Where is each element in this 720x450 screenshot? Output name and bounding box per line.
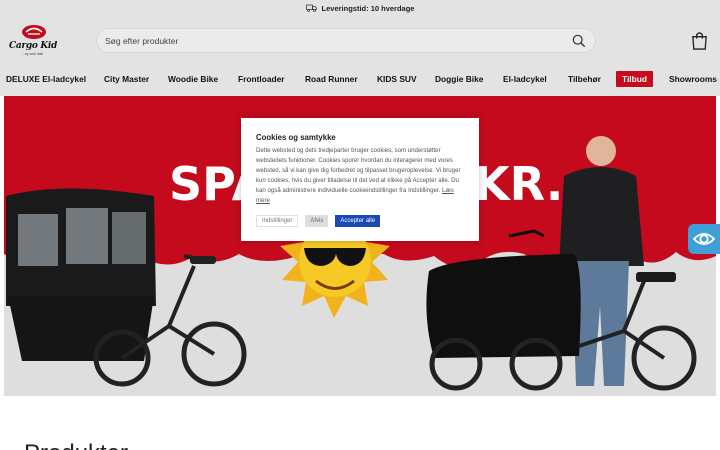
delivery-text: Leveringstid: 10 hverdage (321, 3, 415, 13)
cookie-settings-button[interactable]: Indstillinger (256, 215, 299, 227)
cookie-title: Cookies og samtykke (256, 133, 336, 142)
shopping-bag-icon[interactable] (690, 31, 709, 50)
cookie-body-text: Dette websted og dets tredjeparter bruge… (256, 147, 461, 194)
cookie-body: Dette websted og dets tredjeparter bruge… (256, 146, 464, 206)
nav-item-road-runner[interactable]: Road Runner (305, 74, 358, 84)
logo-tagline: ...ny cool ride (22, 52, 43, 56)
delivery-bar: Leveringstid: 10 hverdage (0, 0, 720, 16)
nav-item-tilbehor[interactable]: Tilbehør (568, 74, 601, 84)
nav-item-frontloader[interactable]: Frontloader (238, 74, 285, 84)
nav-item-el-ladcykel[interactable]: El-ladcykel (503, 74, 547, 84)
accessibility-eye-icon (693, 233, 715, 245)
accessibility-widget[interactable] (688, 224, 720, 254)
nav-item-tilbud[interactable]: Tilbud (616, 71, 653, 87)
logo-text: Cargo Kid (9, 41, 57, 51)
cookie-consent-dialog: Cookies og samtykke Dette websted og det… (241, 118, 479, 241)
cookie-reject-button[interactable]: Afvis (305, 215, 329, 227)
search-icon[interactable] (572, 34, 586, 48)
main-navigation: DELUXE El-ladcykel City Master Woodie Bi… (0, 66, 720, 96)
logo-mark-icon (22, 25, 46, 39)
page-heading: Produkter (24, 440, 128, 450)
cookie-buttons: Indstillinger Afvis Accepter alle (256, 215, 381, 227)
logo[interactable]: Cargo Kid ...ny cool ride (8, 23, 62, 61)
truck-icon (305, 4, 317, 12)
nav-item-deluxe[interactable]: DELUXE El-ladcykel (6, 74, 86, 84)
cookie-accept-all-button[interactable]: Accepter alle (335, 215, 381, 227)
site-header: Cargo Kid ...ny cool ride (0, 16, 720, 66)
nav-item-city-master[interactable]: City Master (104, 74, 149, 84)
nav-item-woodie-bike[interactable]: Woodie Bike (168, 74, 218, 84)
nav-item-doggie-bike[interactable]: Doggie Bike (435, 74, 483, 84)
search-bar (96, 28, 596, 53)
banner-text-right: KR. (474, 157, 563, 211)
search-input[interactable] (105, 33, 565, 48)
nav-item-kids-suv[interactable]: KIDS SUV (377, 74, 417, 84)
nav-item-showrooms[interactable]: Showrooms (669, 74, 717, 84)
